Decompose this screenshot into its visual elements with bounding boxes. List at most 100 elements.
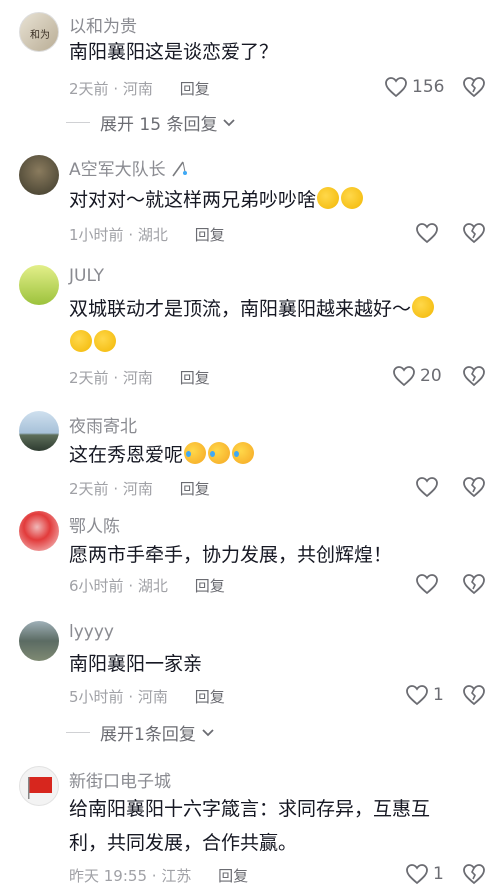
comment-item: 鄂人陈 愿两市手牵手，协力发展，共创辉煌！ 6小时前 · 湖北 回复: [0, 508, 500, 608]
expand-replies-label: 展开1条回复: [100, 725, 196, 745]
laughing-crying-emoji: [184, 442, 207, 464]
separator: ·: [128, 226, 134, 244]
reply-button[interactable]: 回复: [180, 80, 210, 98]
comment-meta: 1小时前 · 湖北 回复: [69, 224, 225, 245]
like-button[interactable]: [415, 573, 439, 595]
dislike-icon[interactable]: [462, 863, 486, 885]
like-button[interactable]: 156: [384, 76, 444, 98]
reply-button[interactable]: 回复: [195, 226, 225, 244]
separator: ·: [128, 688, 134, 706]
reply-button[interactable]: 回复: [180, 369, 210, 387]
dislike-icon[interactable]: [462, 476, 486, 498]
comment-location: 江苏: [161, 867, 192, 885]
clap-emoji: [70, 330, 92, 352]
red-flag-icon: [28, 777, 52, 799]
comment-time: 2天前: [69, 80, 109, 98]
comment-time: 2天前: [69, 369, 109, 387]
comment-username[interactable]: JULY: [69, 266, 104, 286]
dislike-icon[interactable]: [462, 76, 486, 98]
expand-replies-button[interactable]: 展开1条回复: [66, 720, 216, 745]
comment-username[interactable]: 以和为贵: [69, 12, 137, 37]
dislike-icon[interactable]: [462, 222, 486, 244]
separator: ·: [113, 80, 119, 98]
fishing-rod-icon: [172, 161, 188, 177]
heart-icon: [393, 366, 415, 387]
comment-text: 愿两市手牵手，协力发展，共创辉煌！: [69, 544, 393, 566]
avatar[interactable]: [19, 155, 59, 195]
heart-icon: [416, 574, 438, 595]
comment-username[interactable]: 鄂人陈: [69, 512, 120, 537]
laughing-crying-emoji: [208, 442, 231, 464]
comment-item: lyyyy 南阳襄阳一家亲 5小时前 · 河南 回复 1 展开1条回复: [0, 618, 500, 748]
comment-username[interactable]: 夜雨寄北: [69, 412, 137, 437]
reply-button[interactable]: 回复: [195, 577, 225, 595]
comment-text-line: 利，共同发展，合作共赢。: [69, 832, 298, 854]
comment-location: 湖北: [137, 577, 168, 595]
like-button[interactable]: 1: [405, 863, 444, 885]
comment-location: 河南: [122, 80, 153, 98]
like-count: 1: [433, 685, 444, 705]
comment-item: A空军大队长 对对对～就这样两兄弟吵吵啥 1小时前 · 湖北 回复: [0, 150, 500, 250]
comment-username[interactable]: lyyyy: [69, 622, 114, 642]
chevron-down-icon: [202, 728, 214, 736]
comment-text: 给南阳襄阳十六字箴言：求同存异，互惠互 利，共同发展，合作共赢。: [69, 792, 489, 860]
like-count: 1: [433, 864, 444, 884]
clap-emoji: [317, 187, 340, 209]
like-button[interactable]: 1: [405, 684, 444, 706]
comment-meta: 5小时前 · 河南 回复: [69, 686, 225, 707]
svg-text:和为: 和为: [30, 29, 50, 41]
comment-meta: 昨天 19:55 · 江苏 回复: [69, 865, 248, 886]
divider: [66, 732, 90, 733]
comment-meta: 2天前 · 河南 回复: [69, 367, 210, 388]
like-count: 20: [420, 366, 442, 386]
comment-location: 河南: [122, 369, 153, 387]
like-button[interactable]: [415, 476, 439, 498]
comment-text-content: 对对对～就这样两兄弟吵吵啥: [69, 189, 317, 211]
chevron-down-icon: [223, 118, 236, 126]
comment-text-content: 双城联动才是顶流，南阳襄阳越来越好～: [69, 298, 412, 320]
comment-time: 5小时前: [69, 688, 124, 706]
dislike-icon[interactable]: [462, 365, 486, 387]
separator: ·: [128, 577, 134, 595]
avatar[interactable]: [19, 265, 59, 305]
dislike-icon[interactable]: [462, 573, 486, 595]
comment-item: 新街口电子城 给南阳襄阳十六字箴言：求同存异，互惠互 利，共同发展，合作共赢。 昨…: [0, 763, 500, 895]
clap-emoji: [341, 187, 364, 209]
expand-replies-button[interactable]: 展开 15 条回复: [66, 110, 237, 135]
heart-icon: [416, 223, 438, 244]
avatar[interactable]: [19, 411, 59, 451]
separator: ·: [151, 867, 157, 885]
comment-meta: 6小时前 · 湖北 回复: [69, 575, 225, 596]
separator: ·: [113, 480, 119, 498]
comment-text: 南阳襄阳一家亲: [69, 653, 203, 675]
comment-location: 河南: [137, 688, 168, 706]
dislike-icon[interactable]: [462, 684, 486, 706]
like-button[interactable]: [415, 222, 439, 244]
divider: [66, 122, 90, 123]
laughing-crying-emoji: [232, 442, 255, 464]
comment-item: 夜雨寄北 这在秀恩爱呢 2天前 · 河南 回复: [0, 408, 500, 503]
comment-time: 6小时前: [69, 577, 124, 595]
comment-username[interactable]: 新街口电子城: [69, 767, 171, 792]
reply-button[interactable]: 回复: [218, 867, 248, 885]
comment-time: 1小时前: [69, 226, 124, 244]
reply-button[interactable]: 回复: [195, 688, 225, 706]
comment-username[interactable]: A空军大队长: [69, 155, 188, 180]
heart-icon: [416, 477, 438, 498]
comment-time: 2天前: [69, 480, 109, 498]
heart-icon: [406, 685, 428, 706]
comment-text: 双城联动才是顶流，南阳襄阳越来越好～: [69, 292, 489, 360]
reply-button[interactable]: 回复: [180, 480, 210, 498]
comment-text: 对对对～就这样两兄弟吵吵啥: [69, 183, 489, 217]
avatar[interactable]: 和为: [19, 12, 59, 52]
comment-location: 河南: [122, 480, 153, 498]
heart-icon: [406, 864, 428, 885]
comment-location: 湖北: [137, 226, 168, 244]
heart-icon: [385, 77, 407, 98]
avatar[interactable]: [19, 621, 59, 661]
comment-time: 昨天 19:55: [69, 867, 147, 885]
clap-emoji: [412, 296, 435, 318]
avatar[interactable]: [19, 766, 59, 806]
like-button[interactable]: 20: [392, 365, 442, 387]
avatar[interactable]: [19, 511, 59, 551]
